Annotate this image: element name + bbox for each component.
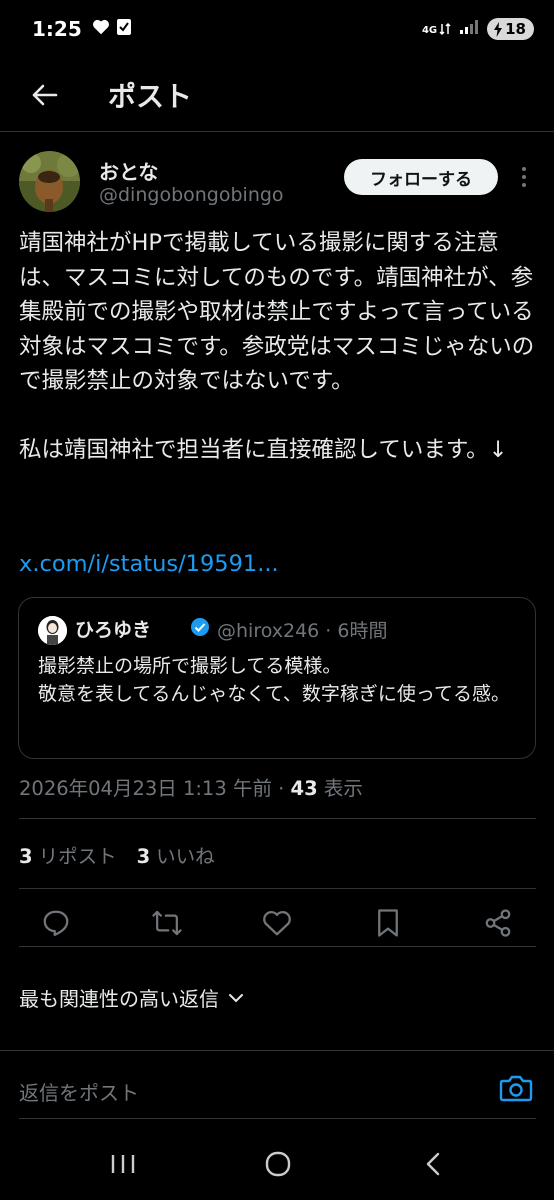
view-count: 43 [290, 777, 318, 800]
post-author: おとな @dingobongobingo フォローする [0, 150, 554, 216]
repost-icon[interactable] [150, 906, 184, 940]
battery-level: 18 [505, 20, 526, 38]
back-arrow-icon [32, 84, 58, 105]
follow-button[interactable]: フォローする [344, 159, 498, 195]
post-paragraph: 靖国神社がHPで掲載している撮影に関する注意は、マスコミに対してのものです。靖国… [19, 230, 535, 394]
like-count[interactable]: 3 いいね [137, 840, 215, 869]
post-actions [0, 900, 554, 946]
reply-composer: 返信をポスト [0, 1050, 554, 1119]
back-button[interactable] [14, 65, 74, 125]
more-options-icon[interactable] [512, 162, 536, 192]
nav-back-icon[interactable] [411, 1146, 455, 1182]
charging-icon [494, 21, 503, 37]
reply-icon[interactable] [39, 906, 73, 940]
divider [19, 888, 536, 889]
page-title: ポスト [108, 79, 193, 113]
reply-sort-label: 最も関連性の高い返信 [19, 987, 219, 1011]
battery-indicator: 18 [487, 18, 534, 40]
status-time: 1:25 [32, 17, 82, 41]
verified-badge-icon [190, 617, 210, 641]
share-icon[interactable] [481, 906, 515, 940]
quoted-post[interactable]: ひろゆき @hirox246 · 6時間 撮影禁止の場所で撮影してる模様。 敬意… [18, 597, 536, 759]
recent-apps-icon[interactable] [101, 1146, 145, 1182]
quoted-author-name: ひろゆき [75, 619, 152, 641]
quoted-post-text: 撮影禁止の場所で撮影してる模様。 敬意を表してるんじゃなくて、数字稼ぎに使ってる… [38, 655, 510, 705]
bookmark-icon[interactable] [371, 906, 405, 940]
notification-check-icon [116, 18, 132, 40]
like-icon[interactable] [260, 906, 294, 940]
system-nav-bar [0, 1128, 554, 1200]
quoted-author-avatar [38, 616, 67, 645]
signal-icon [459, 19, 479, 39]
view-count-label: 表示 [317, 777, 363, 800]
author-name[interactable]: おとな [99, 156, 158, 185]
author-avatar[interactable] [19, 151, 80, 212]
repost-count[interactable]: 3 リポスト [19, 840, 117, 869]
camera-icon[interactable] [499, 1073, 533, 1107]
quoted-author-handle: @hirox246 · 6時間 [217, 620, 388, 642]
engagement-stats: 3 リポスト 3 いいね [19, 840, 215, 869]
post-paragraph: 私は靖国神社で担当者に直接確認しています。↓ [19, 437, 508, 463]
author-handle[interactable]: @dingobongobingo [99, 184, 284, 206]
home-icon[interactable] [256, 1146, 300, 1182]
chevron-down-icon [229, 993, 243, 1002]
network-icon: 4G [422, 22, 451, 36]
post-meta: 2026年04月23日 1:13 午前 · 43 表示 [19, 772, 363, 801]
divider [19, 818, 536, 819]
status-bar: 1:25 4G 18 [0, 0, 554, 58]
reply-sort-selector[interactable]: 最も関連性の高い返信 [19, 983, 245, 1012]
reply-input[interactable]: 返信をポスト [19, 1077, 139, 1106]
post-link[interactable]: x.com/i/status/19591... [19, 551, 279, 577]
post-datetime: 2026年04月23日 1:13 午前 · [19, 777, 291, 800]
post-text: 靖国神社がHPで掲載している撮影に関する注意は、マスコミに対してのものです。靖国… [19, 226, 537, 468]
app-header: ポスト [0, 58, 554, 132]
divider [19, 946, 536, 947]
heart-icon [92, 19, 110, 39]
divider [19, 1118, 536, 1119]
network-label: 4G [421, 25, 438, 36]
